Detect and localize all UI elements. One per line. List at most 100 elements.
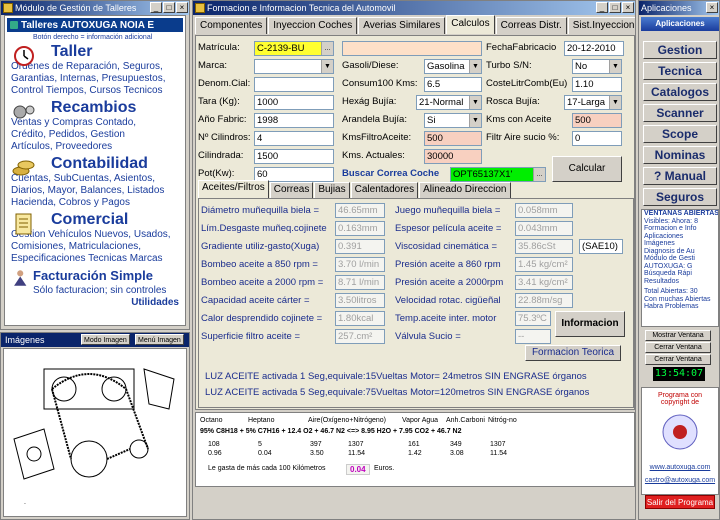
facturacion-title[interactable]: Facturación Simple bbox=[33, 267, 185, 285]
close-button[interactable]: × bbox=[706, 2, 718, 13]
cilindros-field[interactable]: 4 bbox=[254, 131, 334, 146]
combustion-equation: 95% C8H18 + 5% C7H16 + 12.4 O2 + 46.7 N2… bbox=[200, 428, 462, 435]
seguros-button[interactable]: Seguros bbox=[643, 188, 717, 206]
tab-calculos[interactable]: Calculos bbox=[446, 15, 495, 34]
kms-actuales-field[interactable]: 30000 bbox=[424, 149, 482, 164]
right-title: Aplicaciones bbox=[641, 3, 692, 13]
gas-select[interactable]: Gasolina ▼ bbox=[424, 59, 482, 74]
cerrar-ventana-button[interactable]: Cerrar Ventana bbox=[645, 342, 711, 353]
comercial-title[interactable]: Comercial bbox=[51, 211, 185, 229]
email-link[interactable]: castro@autoxuga.com bbox=[642, 477, 718, 484]
manual-button[interactable]: ? Manual bbox=[643, 167, 717, 185]
consumo-field[interactable]: 6.5 bbox=[424, 77, 482, 92]
turbo-select[interactable]: No ▼ bbox=[572, 59, 622, 74]
coste-label: CosteLitrComb(Eu) bbox=[486, 78, 568, 89]
contab-line3[interactable]: Hacienda, Cobros y Pagos bbox=[11, 197, 185, 209]
list-item[interactable]: Diagnosis de Au bbox=[642, 248, 718, 256]
maximize-button[interactable]: □ bbox=[609, 2, 621, 13]
list-item[interactable]: Aplicaciones bbox=[642, 233, 718, 241]
taller-section[interactable]: Taller Ordenes de Reparación, Seguros, G… bbox=[5, 43, 185, 97]
list-item[interactable]: AUTOXUGA: G bbox=[642, 263, 718, 271]
image-menu-button[interactable]: Menú Imagen bbox=[135, 334, 184, 345]
taller-line1[interactable]: Ordenes de Reparación, Seguros, bbox=[11, 61, 185, 73]
tara-field[interactable]: 1000 bbox=[254, 95, 334, 110]
minimize-button[interactable]: _ bbox=[596, 2, 608, 13]
tab-sist-inyeccion[interactable]: Sist.Inyeccion bbox=[567, 17, 635, 34]
cilindrada-field[interactable]: 1500 bbox=[254, 149, 334, 164]
recambios-title[interactable]: Recambios bbox=[51, 99, 185, 117]
list-item[interactable]: Formacion e Info bbox=[642, 225, 718, 233]
scope-button[interactable]: Scope bbox=[643, 125, 717, 143]
lookup-button[interactable]: ... bbox=[533, 168, 545, 181]
diametro-label: Diámetro muñequilla biela = bbox=[201, 205, 320, 216]
tecnica-button[interactable]: Tecnica bbox=[643, 62, 717, 80]
correa-field[interactable]: OPT65137X1'... bbox=[450, 167, 546, 182]
exit-button[interactable]: Salir del Programa bbox=[645, 495, 715, 509]
contabilidad-title[interactable]: Contabilidad bbox=[51, 155, 185, 173]
buscar-correa-link[interactable]: Buscar Correa Coche bbox=[342, 168, 439, 179]
image-mode-button[interactable]: Modo Imagen bbox=[81, 334, 130, 345]
tab-alineado[interactable]: Alineado Direccion bbox=[419, 182, 511, 198]
tab-correas[interactable]: Correas Distr. bbox=[495, 17, 567, 34]
comercial-section[interactable]: Comercial Gestion Vehículos Nuevos, Usad… bbox=[5, 211, 185, 265]
coste-field[interactable]: 1.10 bbox=[572, 77, 622, 92]
mostrar-ventana-button[interactable]: Mostrar Ventana bbox=[645, 330, 711, 341]
tab-componentes[interactable]: Componentes bbox=[195, 17, 268, 34]
taller-line3[interactable]: Control Tiempos, Cursos Tecnicos bbox=[11, 85, 185, 97]
rosca-select[interactable]: 17-Larga ▼ bbox=[564, 95, 622, 110]
list-item[interactable]: Búsqueda Rápi bbox=[642, 270, 718, 278]
recambios-line2[interactable]: Crédito, Pedidos, Gestion bbox=[11, 129, 185, 141]
taller-title[interactable]: Taller bbox=[51, 43, 185, 61]
comercial-line2[interactable]: Comisiones, Matriculaciones, bbox=[11, 241, 185, 253]
catalogos-button[interactable]: Catalogos bbox=[643, 83, 717, 101]
tab-aceites-filtros[interactable]: Aceites/Filtros bbox=[198, 180, 269, 198]
comercial-line3[interactable]: Especificaciones Tecnicas Marcas bbox=[11, 253, 185, 265]
gestion-button[interactable]: Gestion bbox=[643, 41, 717, 59]
cerrar-ventana-button-2[interactable]: Cerrar Ventana bbox=[645, 354, 711, 365]
fecha-field[interactable]: 20-12-2010 bbox=[564, 41, 624, 56]
anio-field[interactable]: 1998 bbox=[254, 113, 334, 128]
utilidades-link[interactable]: Utilidades bbox=[5, 297, 185, 308]
turbo-label: Turbo S/N: bbox=[486, 60, 532, 71]
contab-line1[interactable]: Cuentas, SubCuentas, Asientos, bbox=[11, 173, 185, 185]
facturacion-section[interactable]: Facturación Simple Sólo facturacion; sin… bbox=[5, 267, 185, 297]
tab-bujias[interactable]: Bujias bbox=[314, 182, 350, 198]
model-field[interactable] bbox=[342, 41, 482, 56]
minimize-button[interactable]: _ bbox=[150, 2, 162, 13]
contabilidad-section[interactable]: Contabilidad Cuentas, SubCuentas, Asient… bbox=[5, 155, 185, 209]
recambios-line3[interactable]: Artículos, Proveedores bbox=[11, 141, 185, 153]
tab-averias[interactable]: Averias Similares bbox=[358, 17, 446, 34]
formacion-teorica-button[interactable]: Formacion Teorica bbox=[525, 345, 621, 361]
kms-filtro-field[interactable]: 500 bbox=[424, 131, 482, 146]
nominas-button[interactable]: Nominas bbox=[643, 146, 717, 164]
tab-correas-sub[interactable]: Correas bbox=[269, 182, 314, 198]
fact-line1[interactable]: Sólo facturacion; sin controles bbox=[33, 285, 185, 297]
list-item[interactable]: Resultados bbox=[642, 278, 718, 286]
denom-field[interactable] bbox=[254, 77, 334, 92]
hexag-select[interactable]: 21-Normal ▼ bbox=[416, 95, 482, 110]
website-link[interactable]: www.autoxuga.com bbox=[642, 464, 718, 471]
filtro-aire-field[interactable]: 0 bbox=[572, 131, 622, 146]
arandela-select[interactable]: Si ▼ bbox=[424, 113, 482, 128]
recambios-line1[interactable]: Ventas y Compras Contado, bbox=[11, 117, 185, 129]
taller-line2[interactable]: Garantias, Internas, Presupuestos, bbox=[11, 73, 185, 85]
list-item[interactable]: Imágenes bbox=[642, 240, 718, 248]
comercial-line1[interactable]: Gestion Vehículos Nuevos, Usados, bbox=[11, 229, 185, 241]
informacion-button[interactable]: Informacion bbox=[555, 311, 625, 337]
maximize-button[interactable]: □ bbox=[163, 2, 175, 13]
close-button[interactable]: × bbox=[176, 2, 188, 13]
close-button[interactable]: × bbox=[622, 2, 634, 13]
recambios-section[interactable]: Recambios Ventas y Compras Contado, Créd… bbox=[5, 99, 185, 153]
contab-line2[interactable]: Diarios, Mayor, Balances, Listados bbox=[11, 185, 185, 197]
tab-inyeccion-coches[interactable]: Inyeccion Coches bbox=[268, 17, 358, 34]
kms-aceite-field[interactable]: 500 bbox=[572, 113, 622, 128]
tab-calentadores[interactable]: Calentadores bbox=[350, 182, 419, 198]
scanner-button[interactable]: Scanner bbox=[643, 104, 717, 122]
lookup-button[interactable]: ... bbox=[321, 42, 333, 55]
matricula-field[interactable]: C-2139-BU... bbox=[254, 41, 334, 56]
document-icon bbox=[15, 213, 32, 235]
aire-header: Aire(Oxígeno+Nitrógeno) bbox=[308, 417, 387, 424]
calcular-button[interactable]: Calcular bbox=[552, 156, 622, 182]
marca-select[interactable]: ▼ bbox=[254, 59, 334, 74]
list-item[interactable]: Módulo de Gesti bbox=[642, 255, 718, 263]
